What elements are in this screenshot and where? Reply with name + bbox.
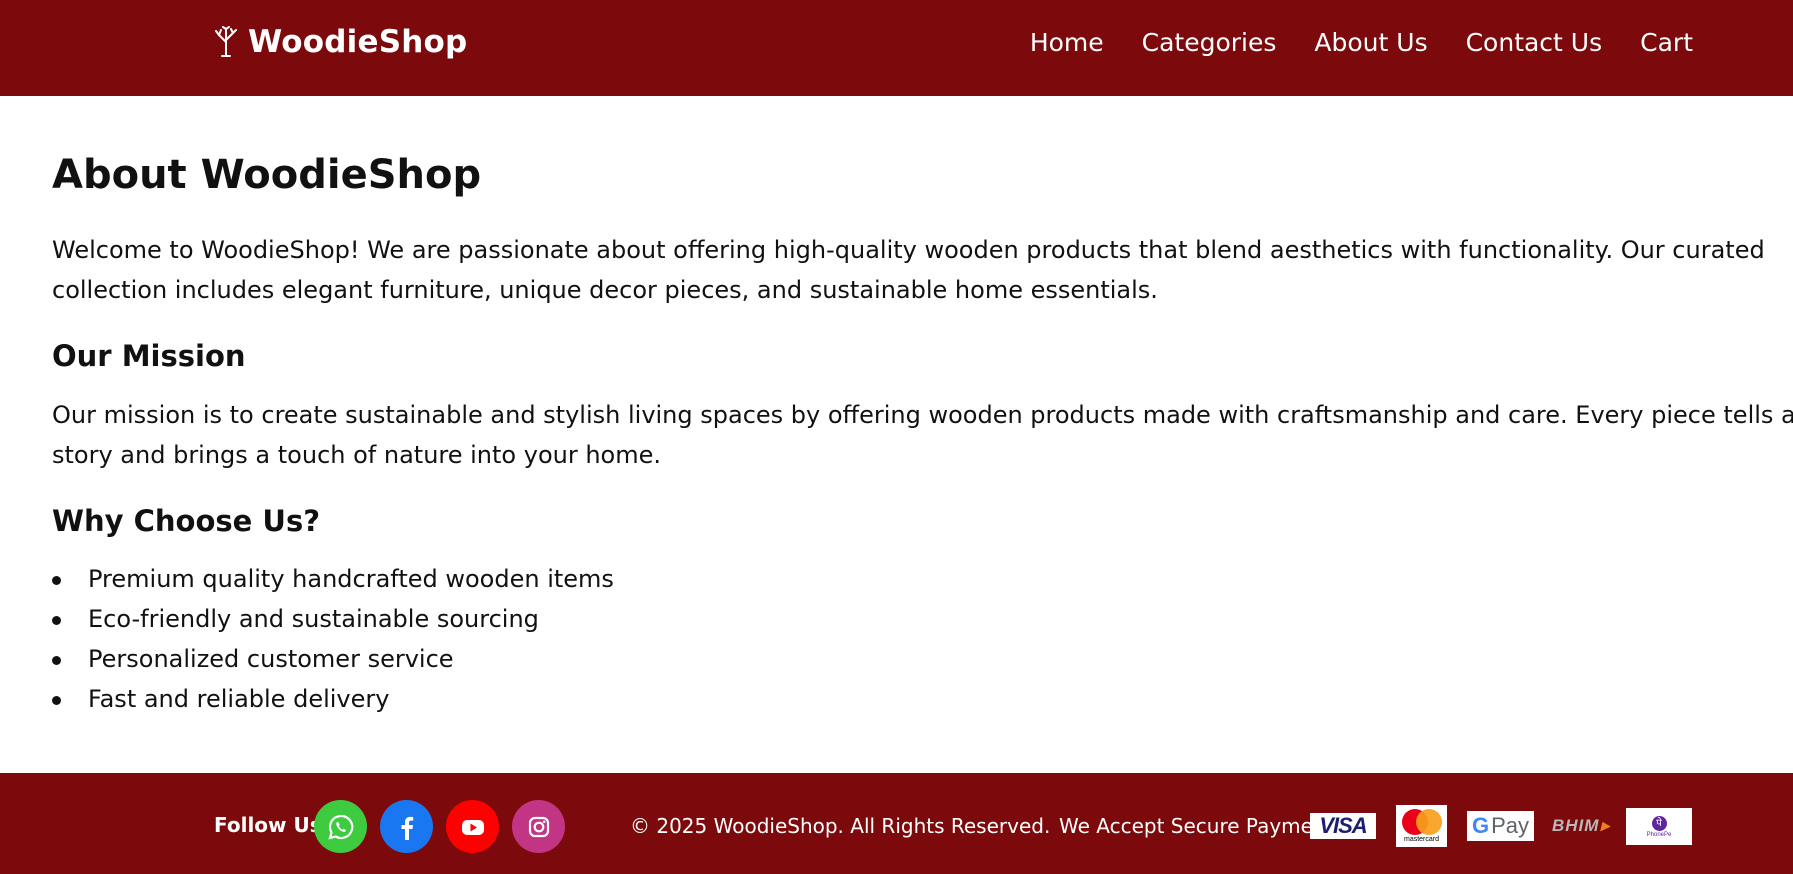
instagram-button[interactable] (512, 800, 565, 853)
nav-categories[interactable]: Categories (1142, 28, 1277, 57)
instagram-icon (528, 816, 549, 837)
youtube-button[interactable] (446, 800, 499, 853)
footer: Follow Us © 2025 WoodieShop. All Rights … (0, 773, 1793, 874)
bhim-logo: BHIM ▸ (1548, 813, 1614, 839)
navbar: WoodieShop Home Categories About Us Cont… (0, 0, 1793, 96)
visa-logo: VISA (1310, 813, 1376, 839)
nav-cart[interactable]: Cart (1640, 28, 1693, 57)
tree-icon (212, 26, 240, 58)
mission-heading: Our Mission (52, 339, 246, 373)
list-item: Eco-friendly and sustainable sourcing (52, 599, 614, 639)
page-title: About WoodieShop (52, 152, 482, 198)
list-item: Personalized customer service (52, 639, 614, 679)
list-item: Fast and reliable delivery (52, 679, 614, 719)
google-pay-logo: G Pay (1467, 811, 1534, 841)
nav-contact-us[interactable]: Contact Us (1466, 28, 1603, 57)
mastercard-circles-icon (1401, 809, 1442, 835)
bhim-text: BHIM (1552, 816, 1600, 835)
brand-name: WoodieShop (248, 24, 468, 60)
payment-label: We Accept Secure Payment (1059, 814, 1334, 838)
facebook-icon (401, 816, 413, 840)
nav-about-us[interactable]: About Us (1314, 28, 1427, 57)
mission-paragraph: Our mission is to create sustainable and… (52, 401, 1793, 469)
phonepe-icon: पे (1651, 815, 1667, 831)
nav-home[interactable]: Home (1030, 28, 1104, 57)
intro-paragraph: Welcome to WoodieShop! We are passionate… (52, 236, 1765, 304)
follow-us-label: Follow Us (214, 813, 322, 837)
bhim-arrow-icon: ▸ (1600, 816, 1610, 835)
whatsapp-icon (327, 814, 353, 840)
youtube-icon (461, 819, 484, 835)
phonepe-logo: पे PhonePe (1626, 808, 1692, 845)
list-item: Premium quality handcrafted wooden items (52, 559, 614, 599)
why-choose-list: Premium quality handcrafted wooden items… (52, 559, 614, 719)
google-pay-text: Pay (1491, 813, 1530, 838)
whatsapp-button[interactable] (314, 800, 367, 853)
main-nav: Home Categories About Us Contact Us Cart (1030, 28, 1693, 57)
why-choose-heading: Why Choose Us? (52, 504, 321, 538)
phonepe-text: PhonePe (1646, 831, 1672, 838)
mastercard-logo: mastercard (1396, 805, 1447, 847)
copyright-text: © 2025 WoodieShop. All Rights Reserved. (630, 814, 1051, 838)
about-content: About WoodieShop Welcome to WoodieShop! … (0, 96, 1793, 773)
mastercard-wordmark: mastercard (1403, 836, 1439, 843)
google-g-icon: G (1471, 813, 1490, 838)
facebook-button[interactable] (380, 800, 433, 853)
brand-logo[interactable]: WoodieShop (212, 24, 467, 60)
